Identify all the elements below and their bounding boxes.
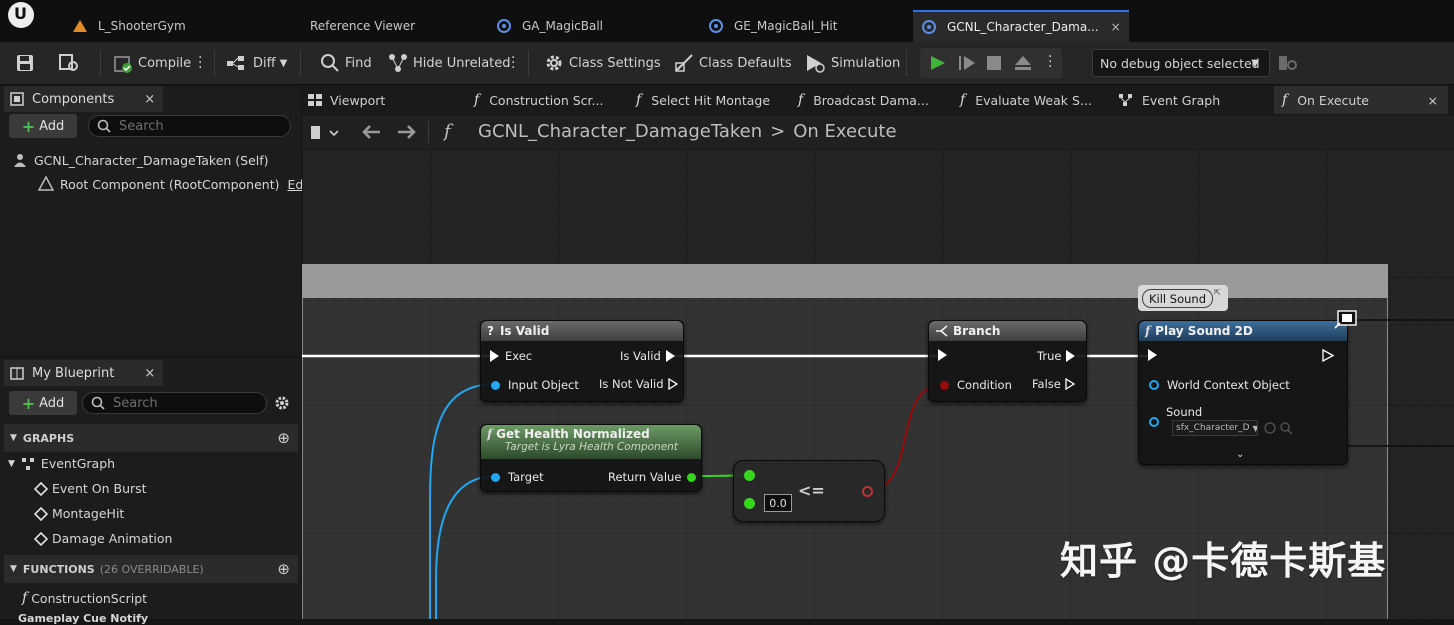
- float-pin-icon[interactable]: [744, 470, 755, 481]
- watermark-text: 知乎 @卡德卡斯基: [1060, 539, 1387, 583]
- exec-pin-icon: [490, 350, 499, 362]
- return-value-pin[interactable]: Return Value: [608, 470, 697, 484]
- pin-label: False: [1032, 377, 1061, 391]
- object-wire: [435, 475, 497, 619]
- development-only-icon: [1334, 310, 1357, 329]
- pin-label: Return Value: [608, 470, 682, 484]
- exec-pin-hollow-icon: [1065, 378, 1075, 390]
- node-header: Branch: [929, 321, 1086, 341]
- sound-asset-select[interactable]: sfx_Character_D ▼: [1172, 420, 1258, 436]
- expand-advanced-pins-icon[interactable]: ⌄: [1236, 449, 1244, 460]
- world-context-pin[interactable]: World Context Object: [1149, 378, 1290, 392]
- pin-label: Is Not Valid: [599, 377, 664, 391]
- node-header: ? Is Valid: [481, 321, 683, 341]
- target-pin[interactable]: Target: [491, 470, 544, 484]
- false-out-pin[interactable]: False: [1032, 377, 1075, 391]
- branch-icon: [936, 325, 948, 337]
- node-header: f Play Sound 2D: [1139, 321, 1347, 341]
- pin-label: Condition: [957, 378, 1012, 392]
- float-pin-icon[interactable]: [744, 498, 755, 509]
- function-icon: f: [1145, 324, 1151, 338]
- operator-label: <=: [798, 481, 825, 500]
- play-sound-exec-in-pin[interactable]: [1148, 349, 1157, 361]
- function-icon: f: [487, 427, 493, 441]
- object-pin-icon: [1149, 380, 1159, 390]
- is-not-valid-out-pin[interactable]: Is Not Valid: [599, 377, 678, 391]
- node-title: Is Valid: [499, 324, 550, 338]
- exec-pin-icon: [938, 349, 947, 361]
- play-sound-exec-out-pin[interactable]: [1322, 349, 1334, 362]
- is-valid-out-pin[interactable]: Is Valid: [620, 349, 675, 363]
- exec-pin-icon: [1066, 350, 1076, 362]
- pin-comment-icon[interactable]: ⇱: [1214, 288, 1221, 297]
- node-header: f Get Health Normalized Target is Lyra He…: [481, 425, 701, 459]
- node-title: Play Sound 2D: [1155, 324, 1253, 338]
- pin-label: Target: [508, 470, 544, 484]
- input-object-pin[interactable]: Input Object: [491, 378, 579, 392]
- float-literal-field[interactable]: 0.0: [764, 494, 792, 512]
- object-pin-icon: [491, 472, 500, 482]
- question-icon: ?: [487, 324, 494, 338]
- node-title: Get Health Normalized: [496, 427, 650, 441]
- branch-exec-in-pin[interactable]: [938, 349, 947, 361]
- asset-actions-icon[interactable]: [1264, 421, 1294, 435]
- node-subtitle: Target is Lyra Health Component: [505, 441, 678, 453]
- pin-label: True: [1037, 349, 1062, 363]
- node-comment-bubble[interactable]: Kill Sound ⇱: [1138, 285, 1228, 311]
- node-title: Branch: [953, 324, 1001, 338]
- object-pin-icon[interactable]: [1149, 417, 1159, 427]
- pin-label: Sound: [1166, 405, 1203, 419]
- bool-pin-icon[interactable]: [862, 486, 873, 497]
- play-sound-2d-node[interactable]: f Play Sound 2D: [1138, 320, 1348, 465]
- exec-pin-hollow-icon: [667, 378, 678, 390]
- exec-pin-hollow-icon: [1322, 349, 1334, 362]
- chevron-down-icon: ▼: [1253, 424, 1257, 433]
- true-out-pin[interactable]: True: [1037, 349, 1076, 363]
- object-wire: [429, 383, 497, 619]
- exec-pin-icon: [1148, 349, 1157, 361]
- comment-text: Kill Sound: [1142, 289, 1213, 308]
- bool-pin-icon: [940, 380, 949, 390]
- pin-label: Input Object: [508, 378, 579, 392]
- float-pin-icon: [687, 472, 697, 482]
- wires-layer: [302, 319, 1454, 619]
- sound-asset-value: sfx_Character_D: [1176, 423, 1250, 433]
- pin-label: World Context Object: [1167, 378, 1290, 392]
- exec-pin-icon: [665, 350, 675, 362]
- pin-label: Is Valid: [620, 349, 661, 363]
- condition-pin[interactable]: Condition: [940, 378, 1012, 392]
- pin-label: Exec: [505, 349, 533, 363]
- exec-in-pin[interactable]: Exec: [490, 349, 532, 363]
- object-pin-icon: [491, 380, 500, 390]
- sound-pin-label: Sound: [1166, 405, 1202, 419]
